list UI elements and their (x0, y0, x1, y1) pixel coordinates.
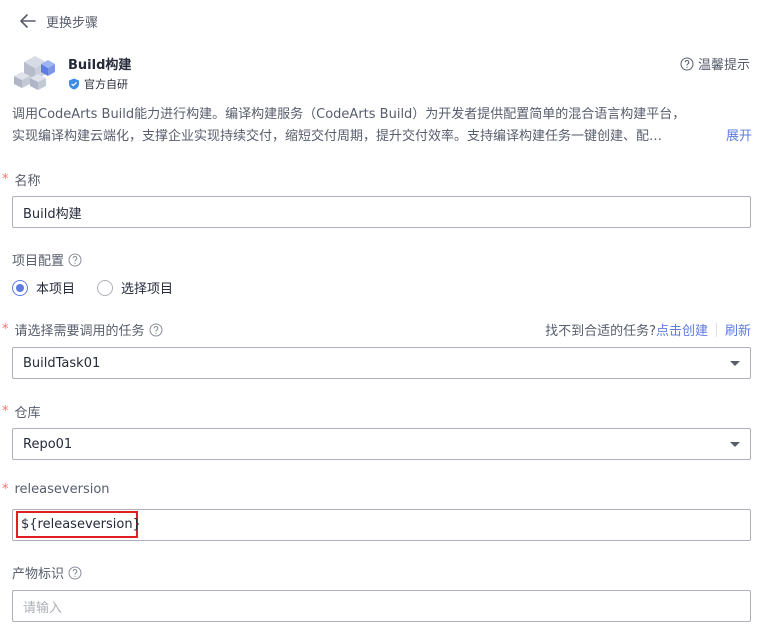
plugin-description: 调用CodeArts Build能力进行构建。编译构建服务（CodeArts B… (12, 104, 752, 148)
artifact-label: 产物标识 (12, 563, 82, 582)
official-badge-label: 官方自研 (84, 78, 128, 91)
description-line-2: 实现编译构建云端化，支撑企业实现持续交付，缩短交付周期，提升交付效率。支持编译构… (12, 129, 663, 144)
caret-down-icon (730, 442, 740, 447)
back-button[interactable]: 更换步骤 (20, 11, 98, 31)
releaseversion-input-value: ${releaseversion} (21, 517, 141, 532)
radio-checked-indicator (12, 279, 28, 296)
radio-current-project-label: 本项目 (36, 282, 76, 297)
releaseversion-label: * releaseversion (2, 482, 110, 497)
required-mark: * (2, 482, 9, 497)
name-input-value: Build构建 (23, 206, 82, 222)
expand-link[interactable]: 展开 (726, 126, 752, 148)
task-select[interactable]: BuildTask01 (12, 347, 751, 379)
radio-select-project-label: 选择项目 (121, 282, 174, 297)
plugin-name: Build构建 (68, 58, 132, 73)
tips-link[interactable]: 温馨提示 (680, 54, 750, 73)
radio-current-project[interactable]: 本项目 (12, 278, 75, 297)
required-mark: * (2, 322, 9, 337)
repo-label-text: 仓库 (14, 406, 41, 421)
repo-select-value: Repo01 (23, 436, 73, 452)
repo-label: * 仓库 (2, 402, 41, 421)
radio-unchecked-indicator (97, 279, 114, 296)
task-label-text: 请选择需要调用的任务 (14, 324, 145, 339)
official-shield-icon (69, 78, 79, 90)
task-not-found-text: 找不到合适的任务? (545, 324, 656, 339)
releaseversion-value-highlight: ${releaseversion} (16, 511, 141, 538)
project-config-label-text: 项目配置 (12, 254, 65, 269)
question-circle-icon (149, 323, 163, 336)
project-config-radio-group: 本项目 选择项目 (12, 278, 173, 297)
required-mark: * (2, 172, 9, 187)
repo-select[interactable]: Repo01 (12, 428, 751, 460)
question-circle-icon (68, 566, 82, 579)
task-actions: 找不到合适的任务? 点击创建 刷新 (545, 320, 751, 339)
name-label: * 名称 (2, 170, 41, 189)
refresh-link[interactable]: 刷新 (725, 320, 751, 339)
artifact-input-placeholder: 请输入 (23, 600, 63, 616)
project-config-label: 项目配置 (12, 250, 82, 269)
create-task-link[interactable]: 点击创建 (656, 320, 708, 339)
question-circle-icon (68, 253, 82, 266)
releaseversion-label-text: releaseversion (14, 482, 110, 497)
divider (715, 322, 717, 337)
plugin-header: Build构建 官方自研 温馨提示 (14, 52, 750, 96)
tips-label: 温馨提示 (697, 58, 750, 73)
description-line-1: 调用CodeArts Build能力进行构建。编译构建服务（CodeArts B… (12, 107, 686, 122)
official-badge: 官方自研 (68, 76, 128, 92)
name-label-text: 名称 (14, 174, 41, 189)
task-label: * 请选择需要调用的任务 (2, 320, 163, 339)
artifact-input[interactable]: 请输入 (12, 590, 751, 622)
back-label: 更换步骤 (46, 15, 99, 31)
build-cubes-logo (14, 56, 55, 90)
name-input[interactable]: Build构建 (12, 196, 751, 228)
caret-down-icon (730, 361, 740, 366)
radio-select-project[interactable]: 选择项目 (97, 278, 173, 297)
artifact-label-text: 产物标识 (12, 567, 65, 582)
task-select-value: BuildTask01 (23, 355, 101, 371)
required-mark: * (2, 404, 9, 419)
arrow-left-icon (20, 14, 36, 28)
question-circle-icon (680, 57, 694, 70)
